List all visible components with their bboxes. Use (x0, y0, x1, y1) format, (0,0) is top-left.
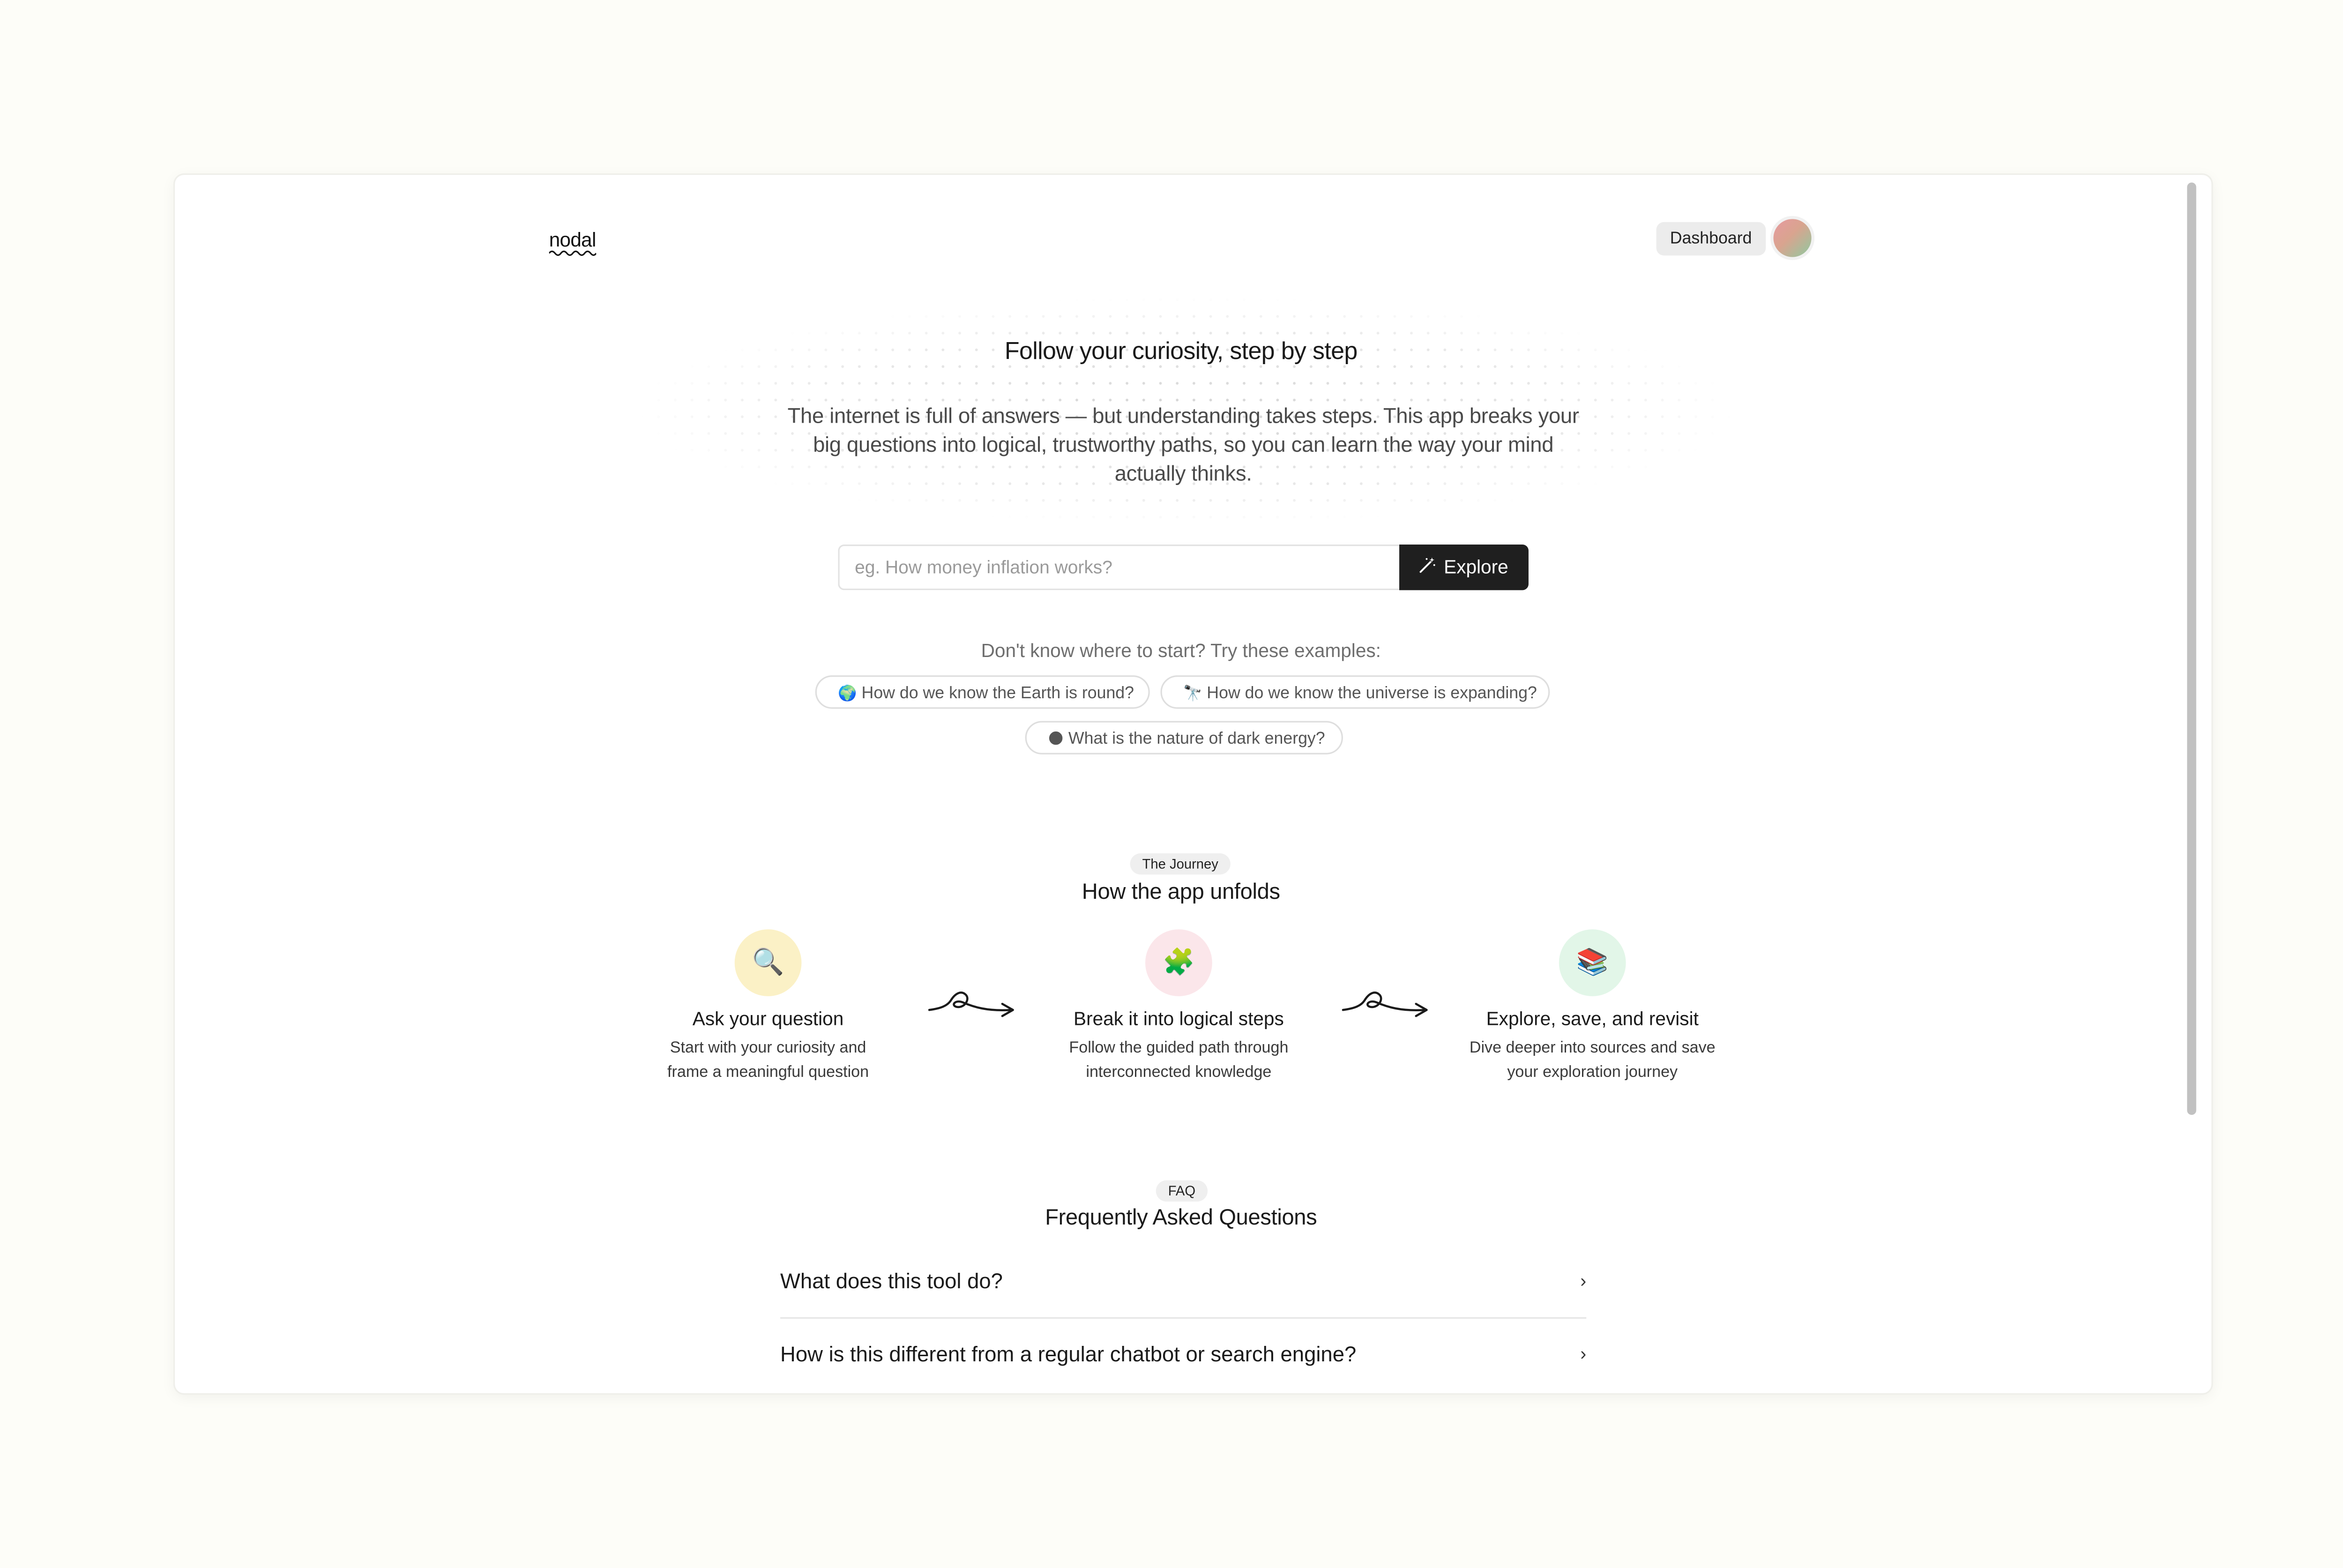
faq-question-text: How is this different from a regular cha… (780, 1341, 1357, 1366)
magic-wand-icon (1419, 557, 1436, 578)
example-chip-dark-energy[interactable]: 🌑 What is the nature of dark energy? (1025, 721, 1343, 754)
example-chip-label: What is the nature of dark energy? (1068, 730, 1325, 748)
globe-icon: 🌍 (838, 686, 857, 703)
hero-title: Follow your curiosity, step by step (1004, 339, 1358, 365)
scrollbar[interactable] (2187, 182, 2198, 1384)
step-title-ask: Ask your question (692, 1008, 844, 1030)
faq-divider (780, 1317, 1587, 1319)
examples-label: Don't know where to start? Try these exa… (981, 640, 1381, 662)
step-desc-ask-line2: frame a meaningful question (667, 1063, 869, 1082)
journey-badge: The Journey (1130, 853, 1231, 875)
step-desc-break-line1: Follow the guided path through (1069, 1038, 1289, 1057)
search-bar: Explore (838, 544, 1529, 590)
step-desc-ask-line1: Start with your curiosity and (670, 1038, 866, 1057)
step-desc-break-line2: interconnected knowledge (1086, 1063, 1272, 1082)
new-moon-icon: 🌑 (1048, 732, 1064, 748)
dashboard-button[interactable]: Dashboard (1656, 222, 1766, 256)
example-chip-label: How do we know the universe is expanding… (1207, 684, 1537, 703)
chevron-right-icon: › (1580, 1343, 1587, 1365)
logo[interactable]: nodal (549, 228, 597, 251)
example-chip-universe-expanding[interactable]: 🔭 How do we know the universe is expandin… (1160, 675, 1550, 709)
example-chip-earth-round[interactable]: 🌍 How do we know the Earth is round? (815, 675, 1150, 709)
question-input[interactable] (838, 544, 1401, 590)
faq-title: Frequently Asked Questions (1045, 1206, 1317, 1231)
chevron-right-icon: › (1580, 1270, 1587, 1292)
step-desc-explore-line1: Dive deeper into sources and save (1469, 1038, 1716, 1057)
books-icon: 📚 (1559, 929, 1626, 996)
step-title-explore: Explore, save, and revisit (1486, 1008, 1699, 1030)
step-title-break: Break it into logical steps (1074, 1008, 1284, 1030)
faq-question-1[interactable]: What does this tool do? › (780, 1269, 1586, 1299)
hero-subtitle: The internet is full of answers — but un… (787, 403, 1579, 485)
avatar[interactable] (1773, 219, 1812, 257)
step-desc-explore-line2: your exploration journey (1507, 1063, 1678, 1082)
faq-badge: FAQ (1156, 1180, 1208, 1202)
logo-squiggle-underline (549, 250, 597, 256)
magnifier-icon: 🔍 (734, 929, 802, 996)
explore-button-label: Explore (1444, 556, 1508, 578)
viewport: nodal Dashboard Follow your curiosity, s… (0, 0, 2343, 1568)
journey-title: How the app unfolds (1082, 881, 1280, 905)
explore-button[interactable]: Explore (1399, 544, 1529, 590)
telescope-icon: 🔭 (1183, 686, 1202, 703)
app-window: nodal Dashboard Follow your curiosity, s… (175, 175, 2212, 1394)
example-chip-label: How do we know the Earth is round? (861, 684, 1134, 703)
faq-question-2[interactable]: How is this different from a regular cha… (780, 1342, 1586, 1372)
puzzle-piece-icon: 🧩 (1145, 929, 1212, 996)
scrollbar-thumb[interactable] (2187, 182, 2196, 1115)
faq-question-text: What does this tool do? (780, 1268, 1003, 1293)
